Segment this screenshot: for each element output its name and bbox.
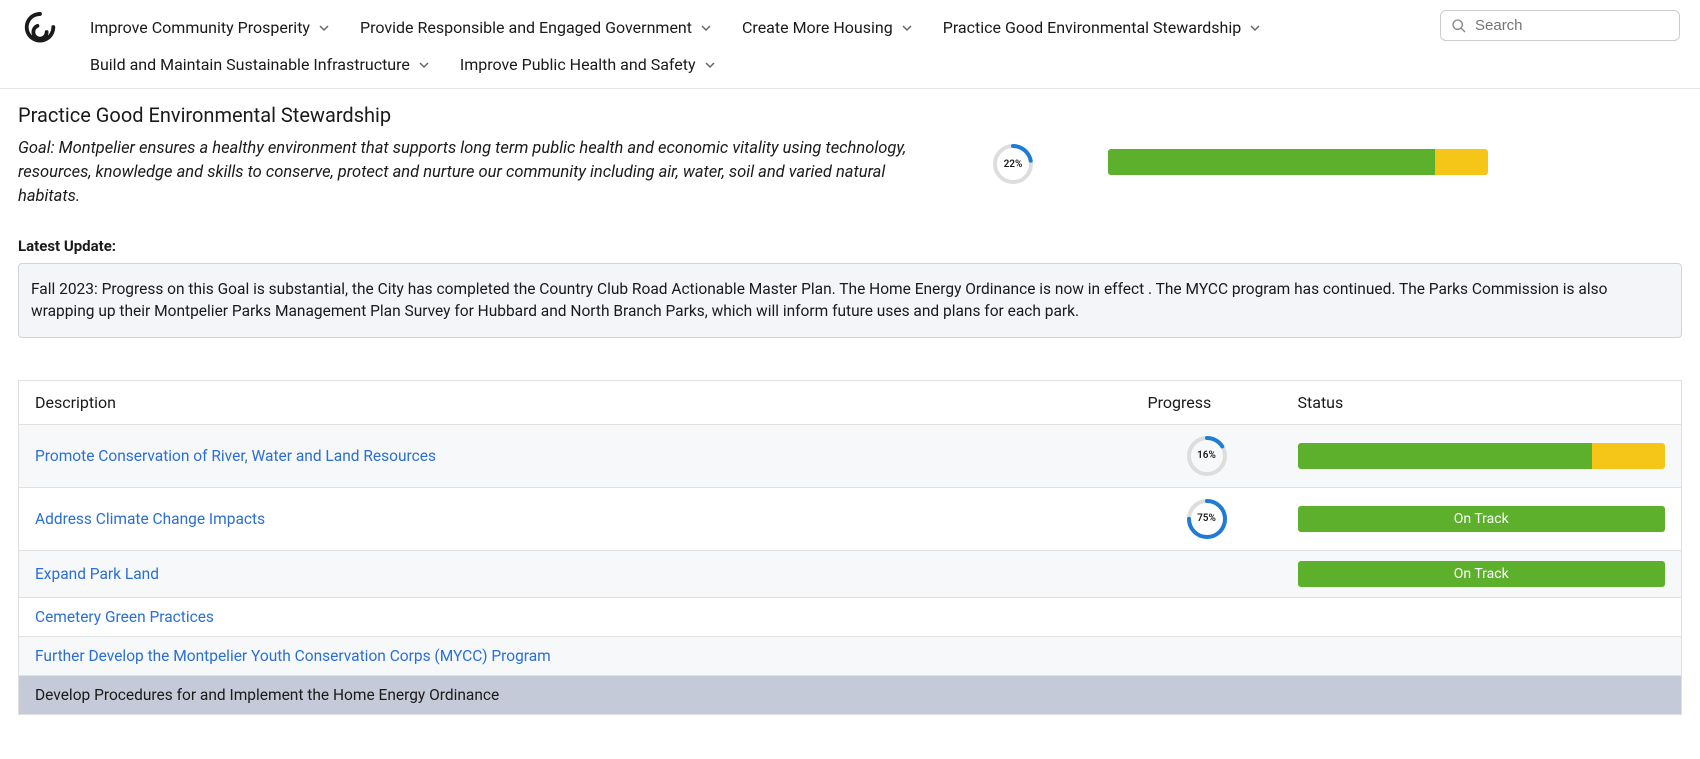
row-link[interactable]: Address Climate Change Impacts (35, 510, 265, 528)
row-progress: 16% (1132, 424, 1282, 487)
nav-item-label: Provide Responsible and Engaged Governme… (360, 18, 692, 37)
overall-status-cell (1108, 137, 1488, 175)
main-nav: Improve Community Prosperity Provide Resp… (90, 10, 1410, 78)
chevron-down-icon (704, 59, 716, 71)
row-progress: 75% (1132, 487, 1282, 550)
status-label: On Track (1298, 506, 1666, 532)
overall-progress-donut: 22% (992, 143, 1034, 185)
table-row[interactable]: Develop Procedures for and Implement the… (19, 675, 1682, 714)
nav-item-label: Practice Good Environmental Stewardship (943, 18, 1242, 37)
nav-item[interactable]: Practice Good Environmental Stewardship (943, 14, 1262, 41)
overall-status-bar (1108, 149, 1488, 175)
status-segment-yellow (1592, 443, 1666, 469)
search-input[interactable] (1475, 17, 1669, 34)
status-label: On Track (1298, 561, 1666, 587)
progress-donut: 16% (1186, 435, 1228, 477)
row-status: On Track (1282, 550, 1682, 597)
status-segment-green (1298, 443, 1592, 469)
row-status (1282, 675, 1682, 714)
donut-percent-label: 22% (992, 143, 1034, 185)
chevron-down-icon (700, 22, 712, 34)
status-segment-yellow (1435, 149, 1488, 175)
goals-table: Description Progress Status Promote Cons… (18, 380, 1682, 715)
table-row[interactable]: Promote Conservation of River, Water and… (19, 424, 1682, 487)
row-link[interactable]: Promote Conservation of River, Water and… (35, 447, 436, 465)
row-description: Address Climate Change Impacts (19, 487, 1132, 550)
search-box[interactable] (1440, 10, 1680, 41)
nav-item-label: Improve Community Prosperity (90, 18, 310, 37)
page-title: Practice Good Environmental Stewardship (18, 103, 1682, 127)
table-row[interactable]: Cemetery Green Practices (19, 597, 1682, 636)
row-link[interactable]: Further Develop the Montpelier Youth Con… (35, 647, 551, 665)
row-description: Develop Procedures for and Implement the… (19, 675, 1132, 714)
progress-donut: 75% (1186, 498, 1228, 540)
status-bar (1298, 443, 1666, 469)
col-description: Description (19, 380, 1132, 424)
row-progress (1132, 675, 1282, 714)
nav-item[interactable]: Improve Community Prosperity (90, 14, 330, 41)
nav-item-label: Build and Maintain Sustainable Infrastru… (90, 55, 410, 74)
row-progress (1132, 550, 1282, 597)
chevron-down-icon (418, 59, 430, 71)
row-description: Further Develop the Montpelier Youth Con… (19, 636, 1132, 675)
latest-update-box: Fall 2023: Progress on this Goal is subs… (18, 263, 1682, 338)
nav-item[interactable]: Create More Housing (742, 14, 913, 41)
table-row[interactable]: Address Climate Change Impacts 75% On Tra… (19, 487, 1682, 550)
page-content: Practice Good Environmental Stewardship … (0, 89, 1700, 745)
chevron-down-icon (1249, 22, 1261, 34)
nav-item-label: Create More Housing (742, 18, 893, 37)
row-status (1282, 597, 1682, 636)
nav-item[interactable]: Build and Maintain Sustainable Infrastru… (90, 51, 430, 78)
table-row[interactable]: Expand Park Land On Track (19, 550, 1682, 597)
row-status (1282, 636, 1682, 675)
site-logo[interactable] (20, 10, 60, 54)
status-segment-green (1108, 149, 1435, 175)
overall-progress-cell: 22% (958, 137, 1068, 185)
row-status: On Track (1282, 487, 1682, 550)
row-description: Cemetery Green Practices (19, 597, 1132, 636)
status-bar: On Track (1298, 506, 1666, 532)
status-bar: On Track (1298, 561, 1666, 587)
row-link[interactable]: Expand Park Land (35, 565, 159, 583)
donut-percent-label: 75% (1186, 498, 1228, 540)
donut-percent-label: 16% (1186, 435, 1228, 477)
goal-summary-row: Goal: Montpelier ensures a healthy envir… (18, 137, 1682, 209)
col-status: Status (1282, 380, 1682, 424)
nav-item-label: Improve Public Health and Safety (460, 55, 696, 74)
row-description: Expand Park Land (19, 550, 1132, 597)
col-progress: Progress (1132, 380, 1282, 424)
chevron-down-icon (318, 22, 330, 34)
row-status (1282, 424, 1682, 487)
chevron-down-icon (901, 22, 913, 34)
row-progress (1132, 597, 1282, 636)
table-row[interactable]: Further Develop the Montpelier Youth Con… (19, 636, 1682, 675)
nav-item[interactable]: Improve Public Health and Safety (460, 51, 716, 78)
row-progress (1132, 636, 1282, 675)
search-icon (1451, 18, 1467, 34)
nav-item[interactable]: Provide Responsible and Engaged Governme… (360, 14, 712, 41)
row-description: Promote Conservation of River, Water and… (19, 424, 1132, 487)
goal-description: Goal: Montpelier ensures a healthy envir… (18, 137, 918, 209)
site-header: Improve Community Prosperity Provide Resp… (0, 0, 1700, 89)
latest-update-label: Latest Update: (18, 237, 1682, 255)
row-link[interactable]: Cemetery Green Practices (35, 608, 214, 626)
